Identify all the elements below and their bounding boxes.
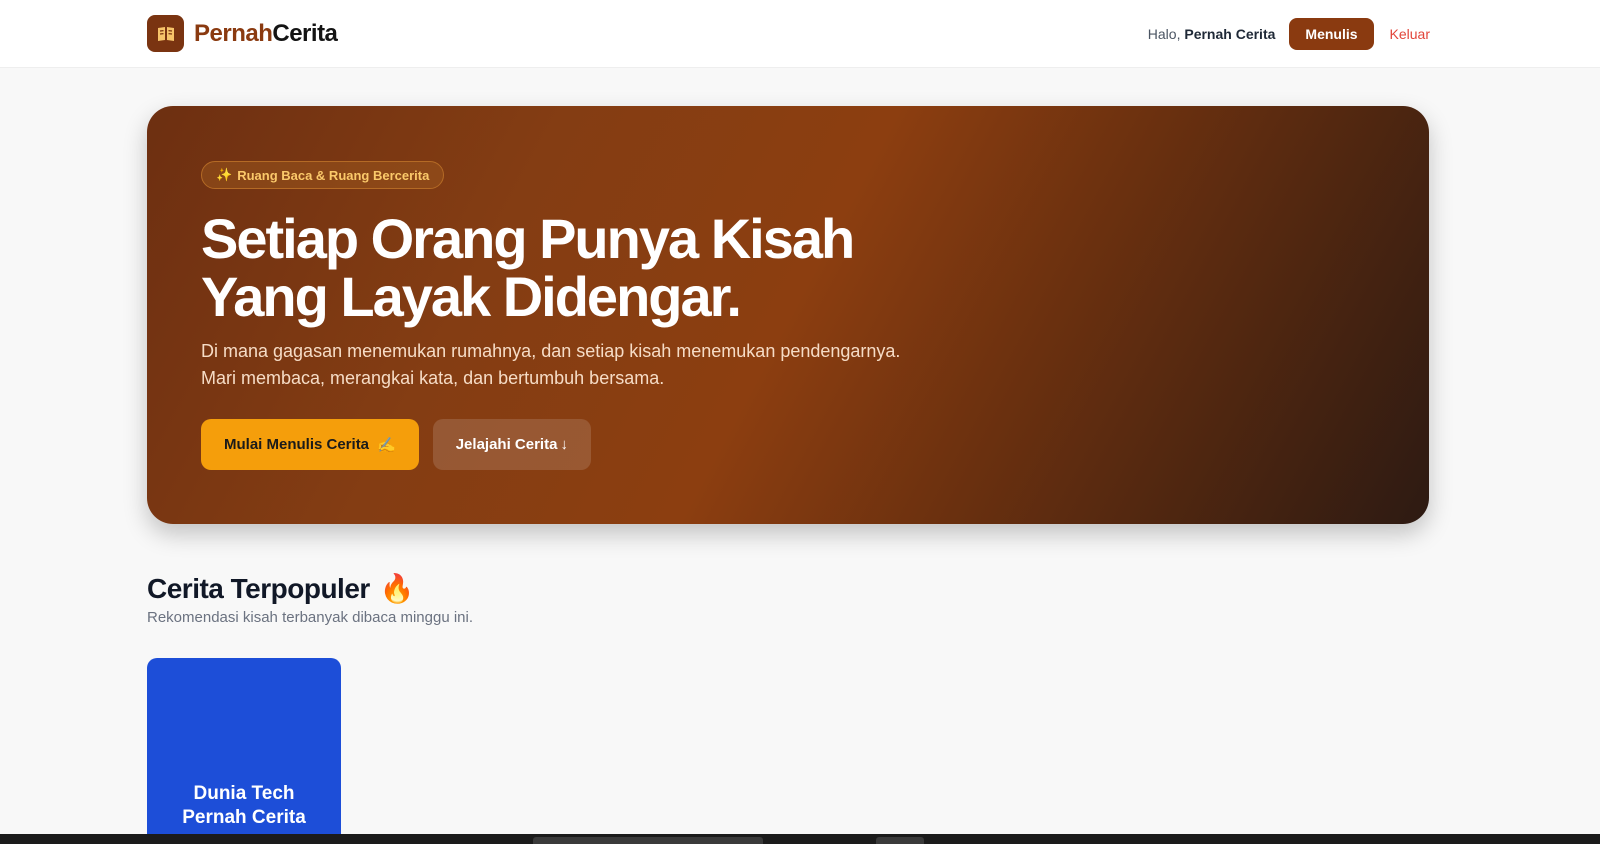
user-greeting: Halo, Pernah Cerita bbox=[1148, 26, 1276, 42]
story-card-title-line2: Pernah Cerita bbox=[182, 807, 306, 828]
hero-badge: ✨ Ruang Baca & Ruang Bercerita bbox=[201, 161, 445, 189]
nav-user-area: Halo, Pernah Cerita Menulis Keluar bbox=[1148, 17, 1430, 50]
section-title-text: Cerita Terpopuler bbox=[147, 572, 370, 604]
explore-stories-label: Jelajahi Cerita bbox=[455, 436, 558, 453]
writing-hand-icon: ✍️ bbox=[377, 436, 396, 454]
fire-icon: 🔥 bbox=[379, 573, 415, 604]
start-writing-label: Mulai Menulis Cerita bbox=[224, 436, 370, 453]
story-card[interactable]: Dunia Tech Pernah Cerita bbox=[147, 658, 341, 838]
logout-link[interactable]: Keluar bbox=[1390, 26, 1430, 42]
taskbar-item[interactable] bbox=[876, 837, 924, 844]
bottom-taskbar bbox=[0, 834, 1600, 844]
hero-actions: Mulai Menulis Cerita ✍️ Jelajahi Cerita … bbox=[201, 419, 591, 470]
start-writing-button[interactable]: Mulai Menulis Cerita ✍️ bbox=[201, 419, 419, 470]
brand-name-part1: Pernah bbox=[194, 19, 273, 47]
brand-logo-link[interactable]: PernahCerita bbox=[147, 15, 338, 52]
hero-title: Setiap Orang Punya Kisah Yang Layak Dide… bbox=[201, 210, 1101, 326]
explore-stories-button[interactable]: Jelajahi Cerita ↓ bbox=[432, 419, 591, 470]
user-name: Pernah Cerita bbox=[1184, 25, 1276, 42]
brand-name-part2: Cerita bbox=[272, 19, 338, 47]
brand-name: PernahCerita bbox=[194, 19, 338, 47]
section-title: Cerita Terpopuler 🔥 bbox=[147, 572, 415, 605]
sparkles-icon: ✨ bbox=[216, 167, 233, 182]
hero-title-line2: Yang Layak Didengar. bbox=[201, 265, 742, 328]
taskbar-item[interactable] bbox=[533, 837, 763, 844]
write-button[interactable]: Menulis bbox=[1289, 17, 1374, 50]
hero-subtitle-line1: Di mana gagasan menemukan rumahnya, dan … bbox=[201, 341, 901, 361]
hero-subtitle-line2: Mari membaca, merangkai kata, dan bertum… bbox=[201, 368, 665, 388]
hero-subtitle: Di mana gagasan menemukan rumahnya, dan … bbox=[201, 338, 1101, 392]
arrow-down-icon: ↓ bbox=[560, 436, 568, 453]
hero-badge-text: Ruang Baca & Ruang Bercerita bbox=[237, 167, 430, 183]
navbar: PernahCerita Halo, Pernah Cerita Menulis… bbox=[0, 0, 1600, 68]
story-card-title: Dunia Tech Pernah Cerita bbox=[147, 782, 341, 830]
greeting-text: Halo, bbox=[1147, 25, 1181, 42]
open-book-icon bbox=[147, 15, 184, 52]
hero-banner: ✨ Ruang Baca & Ruang Bercerita Setiap Or… bbox=[147, 106, 1429, 524]
story-card-title-line1: Dunia Tech bbox=[193, 783, 295, 804]
hero-title-line1: Setiap Orang Punya Kisah bbox=[201, 207, 855, 270]
section-subtitle: Rekomendasi kisah terbanyak dibaca mingg… bbox=[147, 609, 474, 626]
